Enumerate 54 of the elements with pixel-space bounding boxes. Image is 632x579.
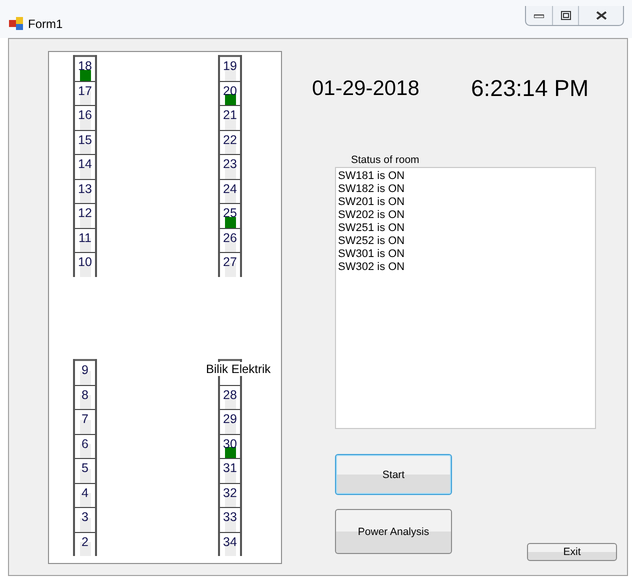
status-list[interactable]: SW181 is ON SW182 is ON SW201 is ON SW202 is ON SW251 is ON SW252 is ON SW301 is ON SW302 is ON: [335, 167, 596, 429]
room-number: 2: [82, 534, 88, 550]
room-number: 24: [223, 182, 237, 198]
status-line: SW201 is ON: [338, 196, 406, 209]
status-line: SW182 is ON: [338, 183, 406, 196]
room-number: 5: [82, 461, 88, 477]
start-button[interactable]: Start: [335, 454, 452, 495]
room-number: 31: [223, 461, 237, 477]
room-number: 20: [223, 84, 237, 100]
close-icon: [596, 11, 606, 20]
room-number: 6: [82, 436, 88, 452]
room-number: 34: [223, 534, 237, 550]
room-number: 18: [78, 59, 92, 75]
app-icon: [8, 15, 24, 31]
room-number: 14: [78, 157, 92, 173]
room-number: 27: [223, 255, 237, 271]
maximize-icon: [560, 11, 570, 20]
status-line: SW251 is ON: [338, 222, 406, 235]
room-number: 7: [82, 412, 88, 428]
room-number: 23: [223, 157, 237, 173]
date-text: 01-29-2018: [312, 77, 420, 101]
room-label: Bilik Elektrik: [206, 362, 271, 376]
room-number: 26: [223, 230, 237, 246]
action-button[interactable]: Power Analysis: [335, 509, 452, 554]
room-number: 12: [78, 206, 92, 222]
time-text: 6:23:14 PM: [471, 75, 589, 102]
room-number: 10: [78, 255, 92, 271]
room-number: 17: [78, 84, 92, 100]
status-line: SW302 is ON: [338, 261, 406, 274]
status-line: SW252 is ON: [338, 235, 406, 248]
room-number: 33: [223, 510, 237, 526]
room-number: 15: [78, 132, 92, 148]
room-number: 30: [223, 436, 237, 452]
window-title: Form1: [28, 17, 63, 31]
room-number: 25: [223, 206, 237, 222]
room-number: 11: [78, 230, 92, 246]
room-number: 21: [223, 108, 237, 124]
room-number: 22: [223, 132, 237, 148]
status-line: SW202 is ON: [338, 209, 406, 222]
room-number: 8: [82, 388, 88, 404]
room-number: 32: [223, 486, 237, 502]
room-number: 3: [82, 510, 88, 526]
room-number: 29: [223, 412, 237, 428]
room-number: 9: [82, 363, 88, 379]
room-number: 4: [82, 486, 88, 502]
status-label: Status of room: [351, 154, 420, 167]
room-number: 16: [78, 108, 92, 124]
room-number: 13: [78, 182, 92, 198]
minimize-icon: [534, 14, 544, 18]
status-line: SW301 is ON: [338, 248, 406, 261]
exit-button[interactable]: Exit: [527, 543, 617, 561]
status-line: SW181 is ON: [338, 170, 406, 183]
room-number: 19: [223, 59, 237, 75]
room-number: 28: [223, 388, 237, 404]
